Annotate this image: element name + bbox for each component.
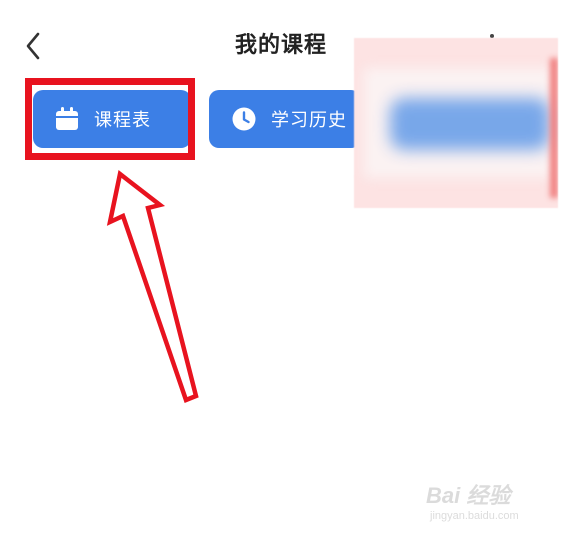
- watermark: Bai 经验 jingyan.baidu.com: [426, 478, 546, 528]
- obscured-button: [390, 98, 550, 150]
- calendar-icon: [54, 106, 80, 132]
- watermark-url: jingyan.baidu.com: [430, 510, 519, 522]
- study-history-label: 学习历史: [271, 110, 347, 131]
- schedule-button[interactable]: 课程表: [33, 90, 191, 148]
- obscured-region: [354, 38, 558, 208]
- study-history-button[interactable]: 学习历史: [209, 90, 361, 148]
- clock-icon: [231, 106, 257, 132]
- my-courses-screen: 我的课程 课程表 学习历史 Bai 经验 jingyan.baidu.com: [0, 0, 562, 539]
- schedule-label: 课程表: [94, 110, 151, 131]
- watermark-logo: Bai 经验: [426, 483, 511, 508]
